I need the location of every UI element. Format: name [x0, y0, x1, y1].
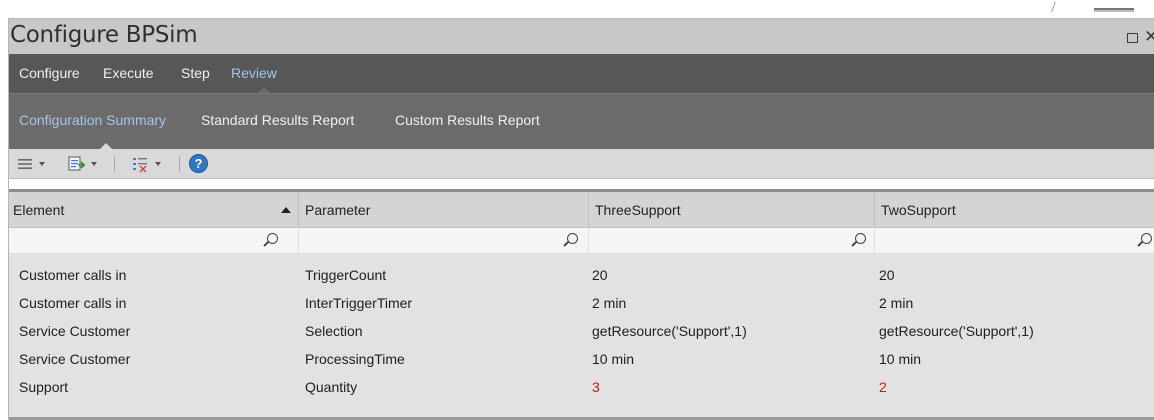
tab-configuration-summary[interactable]: Configuration Summary — [19, 112, 166, 128]
table-row[interactable]: Customer calls in TriggerCount 20 20 — [9, 261, 1154, 289]
tab-custom-results-report[interactable]: Custom Results Report — [395, 112, 540, 128]
cell-threesupport[interactable]: getResource('Support',1) — [592, 317, 747, 345]
top-strip — [0, 0, 1154, 18]
cell-threesupport[interactable]: 3 — [592, 373, 600, 401]
configure-bpsim-window: Configure BPSim ✕ Configure Execute Step… — [8, 18, 1154, 420]
toolbar-separator — [114, 156, 115, 172]
cell-parameter: TriggerCount — [305, 267, 387, 283]
grid-rows: Customer calls in TriggerCount 20 20 Cus… — [9, 254, 1154, 401]
cell-threesupport[interactable]: 10 min — [592, 345, 634, 373]
filter-parameter-input[interactable] — [299, 228, 589, 254]
filter-options-button[interactable] — [131, 155, 161, 173]
table-row[interactable]: Service Customer ProcessingTime 10 min 1… — [9, 345, 1154, 373]
cell-twosupport[interactable]: 2 — [879, 373, 887, 401]
column-header-parameter[interactable]: Parameter — [299, 192, 589, 228]
tab-step[interactable]: Step — [181, 65, 210, 81]
cell-parameter: Quantity — [305, 379, 358, 395]
cell-threesupport[interactable]: 2 min — [592, 289, 626, 317]
title-bar: Configure BPSim ✕ — [9, 18, 1154, 54]
filter-element-input[interactable] — [9, 228, 299, 254]
restore-icon[interactable] — [1127, 33, 1138, 43]
export-icon — [68, 156, 85, 171]
chevron-down-icon — [155, 162, 161, 166]
search-icon — [855, 233, 866, 244]
cell-twosupport[interactable]: 2 min — [879, 289, 913, 317]
cell-element: Customer calls in — [19, 267, 127, 283]
tab-review[interactable]: Review — [231, 65, 277, 81]
cell-parameter: Selection — [305, 323, 363, 339]
column-header-element[interactable]: Element — [9, 192, 299, 228]
table-row[interactable]: Support Quantity 3 2 — [9, 373, 1154, 401]
cell-element: Service Customer — [19, 351, 131, 367]
cell-element: Support — [19, 379, 69, 395]
filter-threesupport-input[interactable] — [589, 228, 875, 254]
chevron-down-icon — [91, 162, 97, 166]
column-header-threesupport[interactable]: ThreeSupport — [589, 192, 875, 228]
cell-twosupport[interactable]: 20 — [879, 261, 895, 289]
window-title: Configure BPSim — [10, 22, 198, 48]
export-button[interactable] — [67, 155, 97, 173]
cell-parameter: InterTriggerTimer — [305, 295, 413, 311]
chevron-down-icon — [39, 162, 45, 166]
toolbar: ? — [9, 149, 1154, 179]
close-icon[interactable]: ✕ — [1144, 26, 1154, 48]
cell-threesupport[interactable]: 20 — [592, 261, 608, 289]
ribbon-panel: Configuration Summary Standard Results R… — [9, 93, 1154, 150]
sort-ascending-icon — [281, 207, 291, 213]
help-icon[interactable]: ? — [189, 154, 208, 173]
filter-twosupport-input[interactable] — [875, 228, 1154, 254]
summary-grid: Element Parameter ThreeSupport TwoSuppor… — [9, 189, 1154, 420]
table-row[interactable]: Customer calls in InterTriggerTimer 2 mi… — [9, 289, 1154, 317]
toolbar-separator — [179, 156, 180, 172]
grid-header: Element Parameter ThreeSupport TwoSuppor… — [9, 192, 1154, 228]
cell-element: Service Customer — [19, 323, 131, 339]
tab-configure[interactable]: Configure — [19, 65, 80, 81]
menu-button[interactable] — [17, 155, 45, 173]
search-icon — [1141, 233, 1152, 244]
table-row[interactable]: Service Customer Selection getResource('… — [9, 317, 1154, 345]
cell-twosupport[interactable]: 10 min — [879, 345, 921, 373]
drag-grip[interactable] — [1094, 8, 1134, 12]
ribbon-tab-bar: Configure Execute Step Review — [9, 54, 1154, 94]
cell-parameter: ProcessingTime — [305, 351, 405, 367]
column-header-twosupport[interactable]: TwoSupport — [875, 192, 1154, 228]
filter-options-icon — [133, 158, 147, 173]
cell-twosupport[interactable]: getResource('Support',1) — [879, 317, 1034, 345]
search-icon — [267, 233, 278, 244]
tab-execute[interactable]: Execute — [103, 65, 154, 81]
menu-icon — [18, 159, 32, 169]
search-icon — [567, 233, 578, 244]
tab-standard-results-report[interactable]: Standard Results Report — [201, 112, 354, 128]
cell-element: Customer calls in — [19, 295, 127, 311]
divider — [1046, 2, 1056, 12]
filter-row — [9, 228, 1154, 254]
